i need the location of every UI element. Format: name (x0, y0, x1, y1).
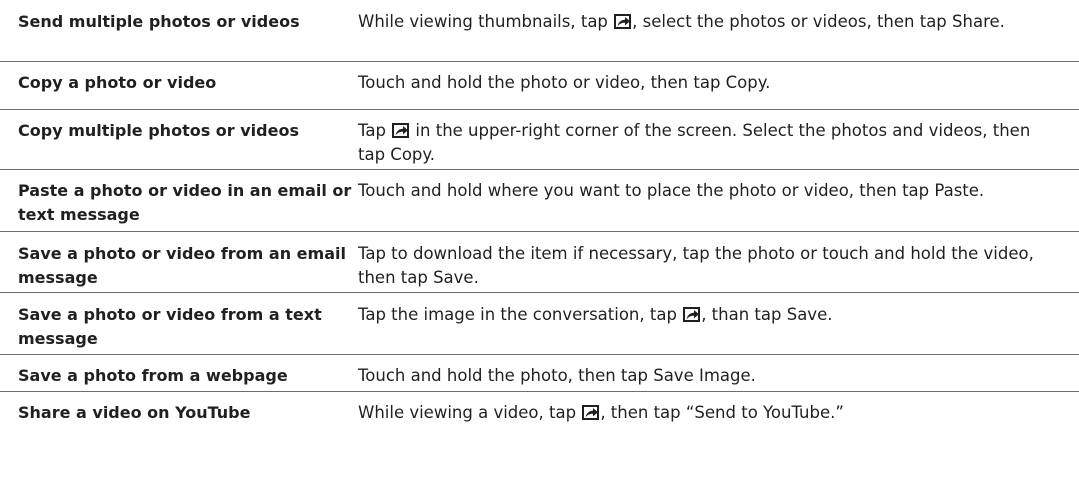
task-label: Copy a photo or video (18, 73, 217, 92)
table-row: Save a photo from a webpage Touch and ho… (0, 354, 1079, 391)
instruction-text: Tap in the upper-right corner of the scr… (358, 121, 1031, 164)
table-row: Paste a photo or video in an email or te… (0, 169, 1079, 231)
task-label: Copy multiple photos or videos (18, 121, 299, 140)
task-label: Save a photo or video from a text messag… (18, 305, 322, 348)
task-label: Send multiple photos or videos (18, 12, 300, 31)
instruction-text: While viewing a video, tap , then tap “S… (358, 403, 844, 422)
task-label: Share a video on YouTube (18, 403, 251, 422)
share-icon (392, 123, 410, 138)
table-row: Save a photo or video from an email mess… (0, 231, 1079, 292)
instruction-text: Tap to download the item if necessary, t… (358, 244, 1034, 287)
table-row: Copy a photo or video Touch and hold the… (0, 61, 1079, 109)
table-row: Share a video on YouTube While viewing a… (0, 391, 1079, 441)
instruction-text: Tap the image in the conversation, tap ,… (358, 305, 833, 324)
instruction-text: Touch and hold where you want to place t… (358, 181, 985, 200)
task-label: Save a photo or video from an email mess… (18, 244, 346, 287)
instruction-text: While viewing thumbnails, tap , select t… (358, 12, 1005, 31)
share-icon (683, 307, 701, 322)
table-row: Save a photo or video from a text messag… (0, 292, 1079, 354)
task-label: Paste a photo or video in an email or te… (18, 181, 352, 224)
instruction-text: Touch and hold the photo, then tap Save … (358, 366, 756, 385)
table-row: Copy multiple photos or videos Tap in th… (0, 109, 1079, 169)
instruction-text: Touch and hold the photo or video, then … (358, 73, 771, 92)
share-icon (614, 14, 632, 29)
share-icon (582, 405, 600, 420)
task-label: Save a photo from a webpage (18, 366, 288, 385)
instructions-table: Send multiple photos or videos While vie… (0, 0, 1079, 441)
table-row: Send multiple photos or videos While vie… (0, 0, 1079, 61)
